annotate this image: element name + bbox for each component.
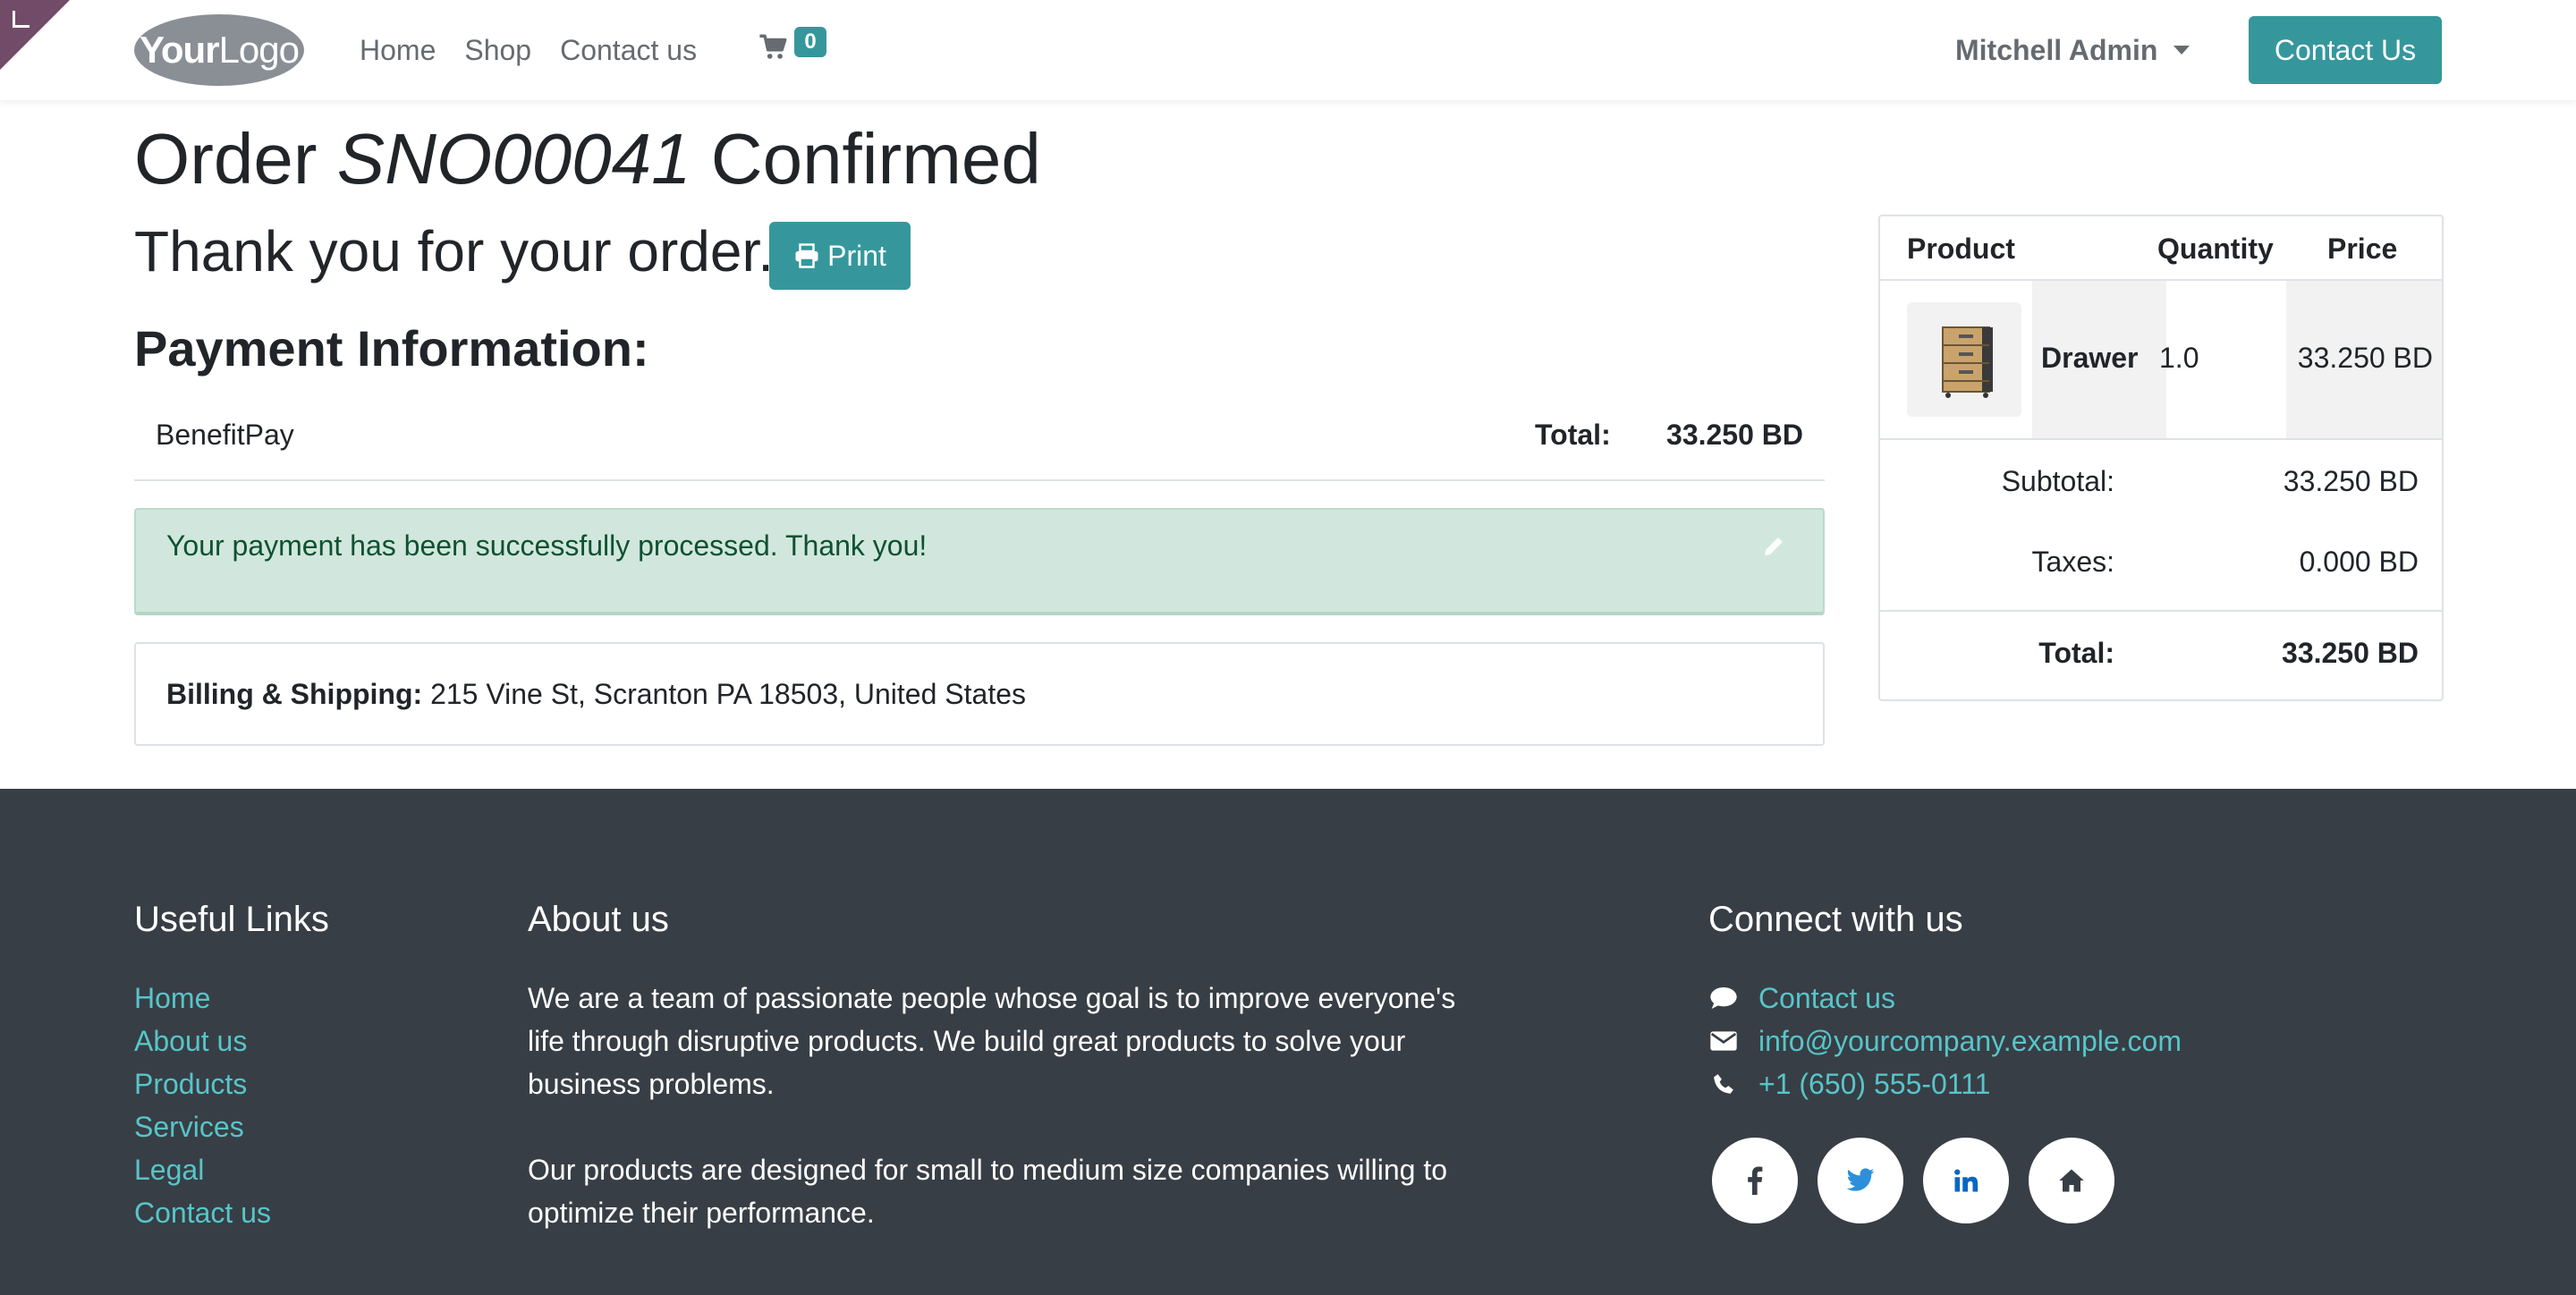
comment-icon	[1708, 983, 1739, 1013]
title-prefix: Order	[134, 119, 318, 199]
drawer-cabinet-image	[1942, 326, 1993, 398]
print-icon	[795, 243, 818, 268]
caret-down-icon	[2174, 46, 2190, 55]
edit-corner-ribbon[interactable]	[0, 0, 70, 70]
product-name-cell: Drawer	[2032, 281, 2166, 438]
connect-contact-link[interactable]: Contact us	[1758, 977, 1895, 1020]
nav-contact-us[interactable]: Contact us	[560, 34, 697, 67]
billing-line: Billing & Shipping: 215 Vine St, Scranto…	[166, 678, 1026, 711]
connect-email-item: info@yourcompany.example.com	[1708, 1020, 2182, 1062]
col-quantity: Quantity	[2157, 233, 2274, 265]
footer-link-legal[interactable]: Legal	[134, 1154, 204, 1186]
summary-product-row: Drawer 1.0 33.250 BD	[1880, 281, 2442, 440]
user-menu[interactable]: Mitchell Admin	[1955, 0, 2190, 100]
useful-links-list: Home About us Products Services Legal Co…	[134, 977, 271, 1234]
product-name[interactable]: Drawer	[2041, 342, 2139, 375]
home-icon[interactable]	[2029, 1138, 2114, 1223]
social-links	[1712, 1138, 2114, 1223]
site-footer: Useful Links Home About us Products Serv…	[0, 789, 2576, 1295]
subtotal-label: Subtotal:	[2001, 465, 2114, 497]
pencil-icon[interactable]	[1760, 533, 1787, 560]
product-image[interactable]	[1907, 302, 2021, 417]
connect-heading: Connect with us	[1708, 900, 1963, 939]
contact-us-button[interactable]: Contact Us	[2249, 16, 2442, 84]
facebook-icon[interactable]	[1712, 1138, 1798, 1223]
cart-count-badge: 0	[794, 27, 826, 57]
top-navbar: Your Logo Home Shop Contact us 0 Mitchell…	[0, 0, 2576, 100]
billing-shipping-box: Billing & Shipping: 215 Vine St, Scranto…	[134, 642, 1825, 746]
price-cell: 33.250 BD	[2286, 281, 2442, 438]
connect-email-link[interactable]: info@yourcompany.example.com	[1758, 1020, 2182, 1062]
alert-message: Your payment has been successfully proce…	[166, 529, 928, 562]
logo-text-light: Logo	[218, 29, 300, 71]
subtotal-value: 33.250 BD	[2283, 465, 2419, 497]
total-label: Total:	[2038, 637, 2114, 669]
billing-label: Billing & Shipping:	[166, 678, 423, 710]
title-suffix: Confirmed	[710, 119, 1041, 199]
order-reference: SNO00041	[336, 119, 691, 199]
payment-total-label: Total:	[1535, 419, 1611, 451]
corner-arrow-icon	[13, 11, 30, 28]
total-row: Total: 33.250 BD	[1880, 610, 2442, 699]
col-product: Product	[1907, 233, 2015, 265]
cart-icon[interactable]	[758, 32, 789, 63]
col-price: Price	[2327, 233, 2398, 265]
payment-success-alert: Your payment has been successfully proce…	[134, 508, 1825, 615]
main-nav: Home Shop Contact us	[360, 0, 725, 100]
about-paragraph-2: Our products are designed for small to m…	[528, 1154, 1448, 1229]
about-text: We are a team of passionate people whose…	[528, 977, 1476, 1277]
taxes-value: 0.000 BD	[2299, 546, 2419, 578]
nav-home[interactable]: Home	[360, 34, 436, 67]
connect-contact-item: Contact us	[1708, 977, 2182, 1020]
about-paragraph-1: We are a team of passionate people whose…	[528, 982, 1456, 1100]
connect-list: Contact us info@yourcompany.example.com …	[1708, 977, 2182, 1105]
envelope-icon	[1708, 1026, 1739, 1056]
footer-link-services[interactable]: Services	[134, 1111, 244, 1143]
footer-link-home[interactable]: Home	[134, 982, 210, 1014]
twitter-icon[interactable]	[1818, 1138, 1903, 1223]
payment-method: BenefitPay	[156, 419, 294, 451]
linkedin-icon[interactable]	[1923, 1138, 2009, 1223]
footer-link-about-us[interactable]: About us	[134, 1025, 247, 1057]
logo-text-strong: Your	[140, 29, 220, 71]
billing-address: 215 Vine St, Scranton PA 18503, United S…	[430, 678, 1026, 710]
connect-phone-link[interactable]: +1 (650) 555-0111	[1758, 1062, 1990, 1105]
total-value: 33.250 BD	[2282, 637, 2419, 669]
user-name: Mitchell Admin	[1955, 33, 2158, 66]
connect-phone-item: +1 (650) 555-0111	[1708, 1062, 2182, 1105]
print-button[interactable]: Print	[769, 222, 911, 290]
payment-total-value: 33.250 BD	[1666, 419, 1803, 451]
company-logo[interactable]: Your Logo	[134, 14, 304, 86]
thank-you-text: Thank you for your order.	[134, 219, 775, 284]
taxes-label: Taxes:	[2031, 546, 2114, 578]
summary-header: Product Quantity Price	[1880, 216, 2442, 281]
useful-links-heading: Useful Links	[134, 900, 329, 939]
payment-heading: Payment Information:	[134, 320, 649, 377]
print-label: Print	[827, 239, 886, 272]
footer-link-products[interactable]: Products	[134, 1068, 247, 1100]
taxes-row: Taxes: 0.000 BD	[1880, 524, 2442, 610]
footer-link-contact-us[interactable]: Contact us	[134, 1197, 271, 1229]
about-heading: About us	[528, 900, 669, 939]
product-quantity: 1.0	[2159, 342, 2199, 374]
page-title: Order SNO00041 Confirmed	[134, 114, 1041, 204]
payment-row: BenefitPay Total: 33.250 BD	[134, 406, 1825, 481]
subtotal-row: Subtotal: 33.250 BD	[1880, 440, 2442, 524]
order-summary-card: Product Quantity Price Drawer 1.0 33.250…	[1878, 215, 2444, 701]
phone-icon	[1708, 1069, 1739, 1099]
product-price: 33.250 BD	[2297, 342, 2433, 374]
nav-shop[interactable]: Shop	[464, 34, 531, 67]
